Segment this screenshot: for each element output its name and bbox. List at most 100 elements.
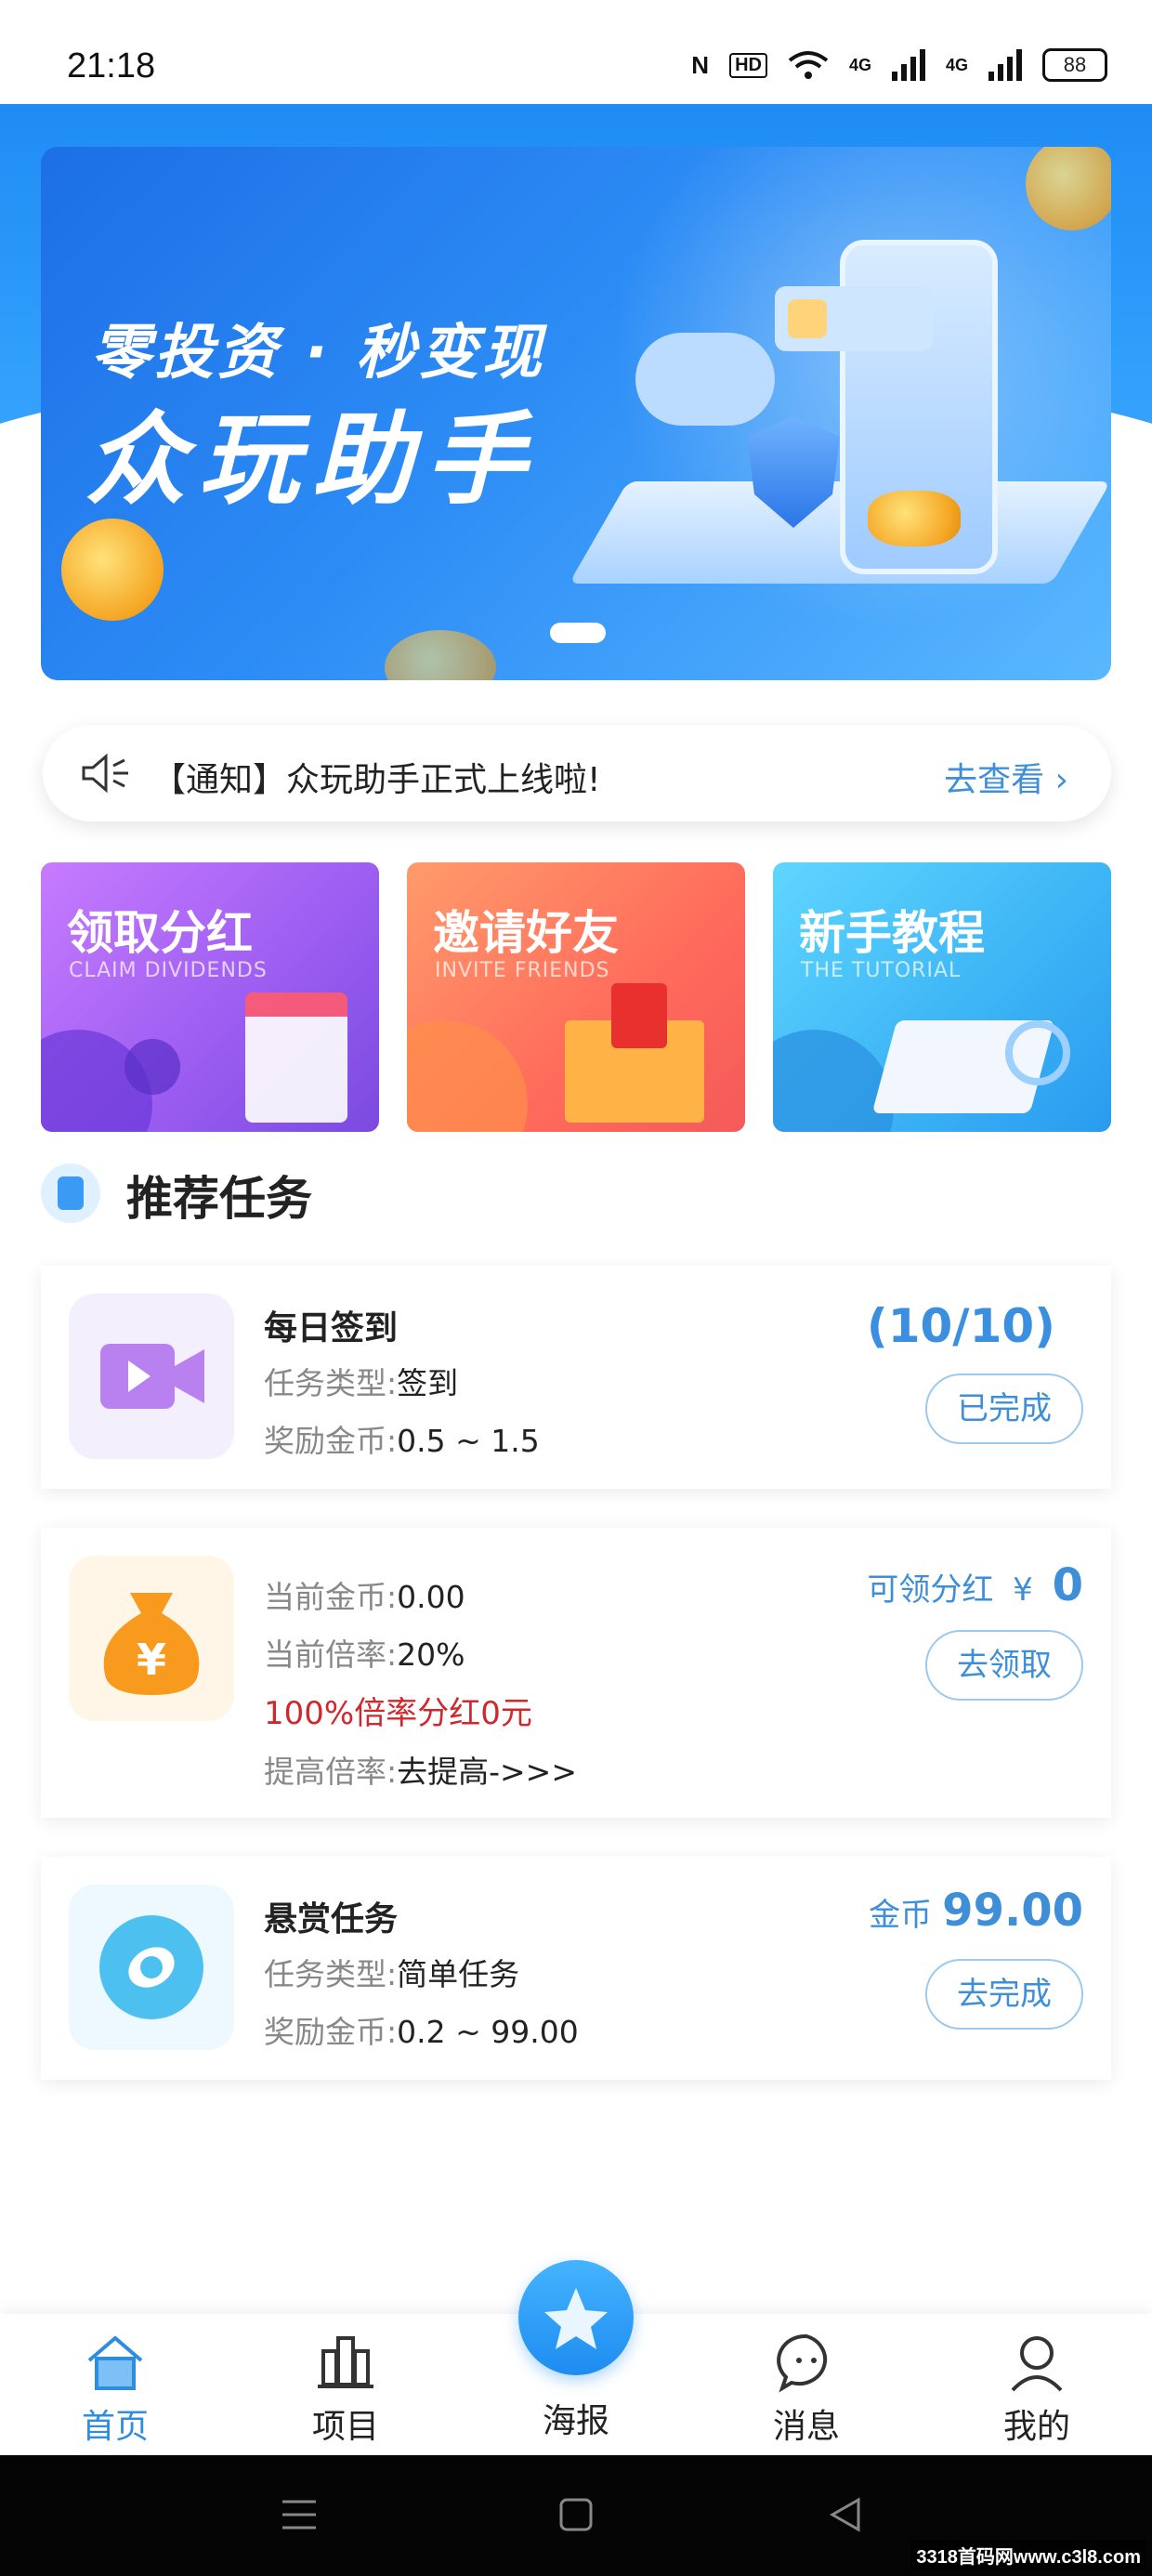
user-icon (1011, 2336, 1063, 2392)
coin-value: 99.00 (942, 1885, 1083, 1937)
feature-subtitle: INVITE FRIENDS (435, 959, 610, 982)
task-daily-checkin[interactable]: 每日签到 任务类型:签到 奖励金币:0.5 ~ 1.5 (10/10) 已完成 (41, 1266, 1111, 1489)
task-reward-row: 奖励金币:0.2 ~ 99.00 (264, 2007, 579, 2052)
menu-icon[interactable] (279, 2496, 320, 2533)
signal-1-label: 4G (848, 55, 871, 74)
status-icons: N HD 4G 4G 88 (691, 48, 1107, 82)
poster-button[interactable] (518, 2260, 634, 2375)
nav-mine[interactable]: 我的 (962, 2314, 1111, 2455)
feature-title: 领取分红 (67, 906, 253, 960)
cloud-illustration (635, 333, 775, 426)
nav-message-label: 消息 (772, 2408, 840, 2446)
claimable-dividend: 可领分红 ¥ 0 (867, 1559, 1083, 1611)
notice-view-label: 去查看 (944, 761, 1045, 799)
task-reward-value: 0.5 ~ 1.5 (397, 1423, 540, 1459)
section-title: 推荐任务 (126, 1172, 312, 1226)
battery-icon: 88 (1042, 48, 1107, 82)
nfc-icon: N (691, 50, 710, 79)
task-type-label: 任务类型: (264, 1956, 398, 1992)
money-bag-icon: ¥ (69, 1556, 234, 1721)
banner-title: 众玩助手 (85, 402, 540, 519)
notice-view-link[interactable]: 去查看 › (944, 753, 1068, 801)
boost-rate-row[interactable]: 提高倍率:去提高->>> (264, 1747, 577, 1792)
dividend-note: 100%倍率分红0元 (264, 1695, 532, 1732)
magnifier-illustration (1005, 1020, 1070, 1085)
feature-tutorial[interactable]: 新手教程 THE TUTORIAL (773, 862, 1111, 1132)
red-envelope-illustration (611, 983, 667, 1048)
feature-claim-dividends[interactable]: 领取分红 CLAIM DIVIDENDS (41, 862, 379, 1132)
star-icon (544, 2288, 608, 2349)
task-type-row: 任务类型:签到 (264, 1359, 458, 1403)
claimable-label: 可领分红 (867, 1571, 994, 1609)
hd-icon: HD (729, 52, 767, 78)
clipboard-icon (41, 1163, 100, 1223)
nav-home-label: 首页 (81, 2408, 149, 2446)
feature-subtitle: CLAIM DIVIDENDS (69, 959, 268, 982)
task-bounty[interactable]: 悬赏任务 任务类型:简单任务 奖励金币:0.2 ~ 99.00 金币 99.00… (41, 1857, 1111, 2080)
store-illustration (245, 992, 347, 1123)
back-icon[interactable] (827, 2496, 864, 2533)
card-illustration (775, 286, 933, 351)
task-name: 每日签到 (264, 1309, 399, 1347)
nav-mine-label: 我的 (1002, 2408, 1070, 2446)
system-navigation-bar: 3318首码网www.c3l8.com (0, 2455, 1152, 2576)
chevron-right-icon: › (1054, 761, 1068, 799)
nav-project-label: 项目 (311, 2408, 379, 2446)
currency-symbol: ¥ (1013, 1571, 1033, 1609)
coin-stack-illustration (868, 491, 961, 546)
notice-text: 【通知】众玩助手正式上线啦! (152, 761, 601, 799)
notice-bar[interactable]: 【通知】众玩助手正式上线啦! 去查看 › (43, 725, 1111, 821)
completed-button[interactable]: 已完成 (925, 1373, 1083, 1444)
decor-blob (407, 1020, 528, 1132)
task-reward-label: 奖励金币: (264, 2014, 398, 2050)
nav-project[interactable]: 项目 (271, 2314, 420, 2455)
signal-2-label: 4G (945, 55, 968, 74)
task-type-row: 任务类型:简单任务 (264, 1950, 519, 1994)
current-rate-value: 20% (397, 1636, 465, 1673)
task-reward-label: 奖励金币: (264, 1423, 398, 1459)
bounty-coins: 金币 99.00 (869, 1885, 1083, 1937)
task-type-label: 任务类型: (264, 1365, 398, 1401)
feature-title: 邀请好友 (433, 906, 619, 960)
nav-home[interactable]: 首页 (41, 2314, 190, 2455)
svg-text:¥: ¥ (137, 1635, 166, 1685)
decor-blob (124, 1039, 180, 1095)
current-coins-label: 当前金币: (264, 1579, 398, 1615)
task-name: 悬赏任务 (264, 1900, 399, 1939)
claim-button[interactable]: 去领取 (925, 1630, 1083, 1701)
carousel-indicator[interactable] (550, 623, 606, 643)
feature-subtitle: THE TUTORIAL (801, 959, 962, 982)
task-type-value: 签到 (397, 1365, 459, 1401)
complete-button[interactable]: 去完成 (925, 1959, 1083, 2030)
task-type-value: 简单任务 (397, 1956, 520, 1992)
boost-rate-label: 提高倍率: (264, 1754, 398, 1790)
claimable-value: 0 (1052, 1559, 1083, 1611)
feature-invite-friends[interactable]: 邀请好友 INVITE FRIENDS (407, 862, 745, 1132)
boost-rate-link[interactable]: 去提高->>> (397, 1754, 577, 1790)
video-camera-icon (69, 1294, 234, 1459)
wifi-icon (788, 51, 829, 79)
signal-1-icon (891, 49, 925, 81)
task-dividend[interactable]: ¥ 当前金币:0.00 当前倍率:20% 100%倍率分红0元 提高倍率:去提高… (41, 1528, 1111, 1818)
watermark: 3318首码网www.c3l8.com (910, 2540, 1146, 2570)
task-reward-value: 0.2 ~ 99.00 (397, 2014, 579, 2050)
speaker-icon (82, 753, 128, 794)
current-rate-row: 当前倍率:20% (264, 1630, 465, 1675)
nav-poster-label: 海报 (542, 2402, 609, 2440)
task-reward-row: 奖励金币:0.5 ~ 1.5 (264, 1416, 540, 1461)
promo-banner[interactable]: 零投资 · 秒变现 众玩助手 (41, 147, 1111, 680)
nav-message[interactable]: 消息 (732, 2314, 881, 2455)
current-rate-label: 当前倍率: (264, 1636, 398, 1673)
feature-title: 新手教程 (799, 906, 985, 960)
current-coins-row: 当前金币:0.00 (264, 1572, 465, 1617)
status-bar: 21:18 N HD 4G 4G 88 (0, 0, 1152, 104)
eye-icon (69, 1885, 234, 2050)
status-time: 21:18 (67, 46, 156, 85)
coin-illustration (61, 519, 164, 621)
coin-illustration (385, 630, 496, 680)
decor-blob (773, 1030, 894, 1132)
building-icon (318, 2336, 373, 2388)
signal-2-icon (988, 49, 1022, 81)
home-icon (87, 2335, 143, 2390)
home-square-icon[interactable] (557, 2496, 595, 2533)
